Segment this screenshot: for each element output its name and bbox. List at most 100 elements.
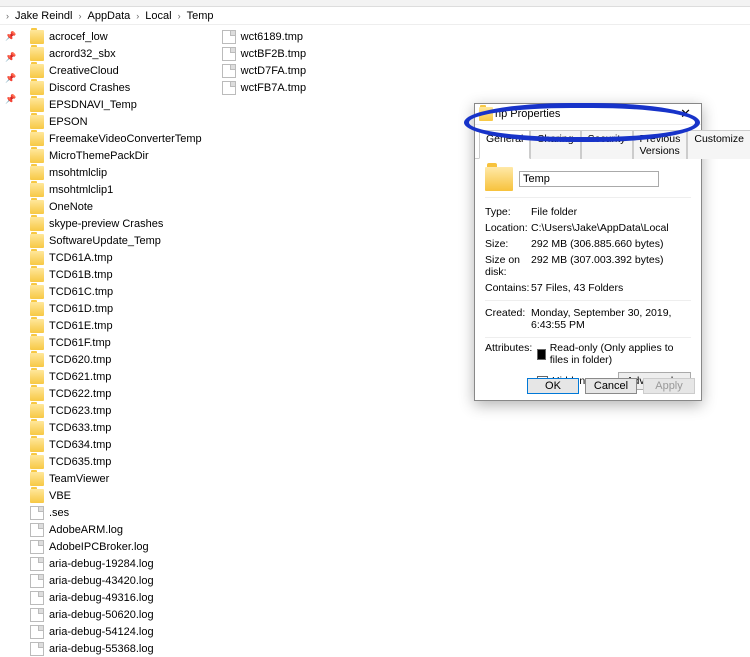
list-item[interactable]: EPSDNAVI_Temp [30,97,202,113]
file-name: AdobeIPCBroker.log [49,541,149,553]
list-item[interactable]: FreemakeVideoConverterTemp [30,131,202,147]
breadcrumb[interactable]: › Jake Reindl› AppData› Local› Temp [0,7,750,25]
file-icon [30,591,44,605]
list-item[interactable]: skype-preview Crashes [30,216,202,232]
list-item[interactable]: aria-debug-54124.log [30,624,202,640]
file-name: msohtmlclip [49,167,107,179]
tab-security[interactable]: Security [581,130,633,159]
folder-icon [30,472,44,486]
pin-icon: 📌 [5,31,16,42]
file-icon [30,557,44,571]
list-item[interactable]: TCD61E.tmp [30,318,202,334]
value: 57 Files, 43 Folders [531,282,691,294]
file-name: TCD61C.tmp [49,286,113,298]
file-name: EPSON [49,116,88,128]
list-item[interactable]: aria-debug-49316.log [30,590,202,606]
file-name: acrord32_sbx [49,48,116,60]
name-field[interactable] [519,171,659,187]
folder-icon [30,421,44,435]
chevron-right-icon: › [76,11,83,21]
folder-icon [30,336,44,350]
readonly-checkbox[interactable]: Read-only (Only applies to files in fold… [537,342,691,366]
label: Type: [485,206,531,218]
crumb[interactable]: Jake Reindl [15,10,72,22]
file-icon [30,523,44,537]
list-item[interactable]: Discord Crashes [30,80,202,96]
list-item[interactable]: TCD621.tmp [30,369,202,385]
tab-prev-versions[interactable]: Previous Versions [633,130,688,159]
label: Contains: [485,282,531,294]
list-item[interactable]: MicroThemePackDir [30,148,202,164]
list-item[interactable]: EPSON [30,114,202,130]
list-item[interactable]: .ses [30,505,202,521]
list-item[interactable]: wctBF2B.tmp [222,46,306,62]
file-name: skype-preview Crashes [49,218,163,230]
list-item[interactable]: OneNote [30,199,202,215]
list-item[interactable]: aria-debug-19284.log [30,556,202,572]
list-item[interactable]: wctFB7A.tmp [222,80,306,96]
list-item[interactable]: TCD61C.tmp [30,284,202,300]
file-icon [30,608,44,622]
crumb[interactable]: Local [145,10,171,22]
folder-icon [30,115,44,129]
file-name: SoftwareUpdate_Temp [49,235,161,247]
list-item[interactable]: TCD61A.tmp [30,250,202,266]
list-item[interactable]: TeamViewer [30,471,202,487]
list-item[interactable]: TCD61B.tmp [30,267,202,283]
close-button[interactable]: ✕ [674,106,697,122]
list-item[interactable]: SoftwareUpdate_Temp [30,233,202,249]
crumb[interactable]: AppData [87,10,130,22]
list-item[interactable]: TCD61D.tmp [30,301,202,317]
file-icon [222,81,236,95]
label: Size on disk: [485,254,531,278]
crumb[interactable]: Temp [187,10,214,22]
folder-icon [30,455,44,469]
ok-button[interactable]: OK [527,378,579,394]
folder-icon [30,302,44,316]
folder-icon [30,285,44,299]
list-item[interactable]: TCD622.tmp [30,386,202,402]
list-item[interactable]: wctD7FA.tmp [222,63,306,79]
pin-icon: 📌 [5,52,16,63]
folder-icon [479,107,493,121]
list-item[interactable]: msohtmlclip [30,165,202,181]
list-item[interactable]: acrord32_sbx [30,46,202,62]
list-item[interactable]: TCD620.tmp [30,352,202,368]
tab-general[interactable]: General [479,130,530,159]
apply-button[interactable]: Apply [643,378,695,394]
file-name: wct6189.tmp [241,31,303,43]
folder-icon [30,98,44,112]
file-icon [30,506,44,520]
list-item[interactable]: aria-debug-43420.log [30,573,202,589]
list-item[interactable]: aria-debug-50620.log [30,607,202,623]
cancel-button[interactable]: Cancel [585,378,637,394]
folder-icon [30,370,44,384]
folder-icon [30,132,44,146]
tab-sharing[interactable]: Sharing [530,130,580,159]
list-item[interactable]: acrocef_low [30,29,202,45]
list-item[interactable]: VBE [30,488,202,504]
list-item[interactable]: CreativeCloud [30,63,202,79]
list-item[interactable]: wct6189.tmp [222,29,306,45]
file-name: OneNote [49,201,93,213]
file-name: aria-debug-55368.log [49,643,154,655]
list-item[interactable]: TCD635.tmp [30,454,202,470]
file-icon [222,64,236,78]
value: File folder [531,206,691,218]
list-item[interactable]: TCD634.tmp [30,437,202,453]
list-item[interactable]: aria-debug-55368.log [30,641,202,657]
titlebar[interactable]: np Properties ✕ [475,104,701,125]
folder-icon [30,489,44,503]
label: Created: [485,307,531,331]
tab-customize[interactable]: Customize [687,130,750,159]
list-item[interactable]: TCD633.tmp [30,420,202,436]
list-item[interactable]: msohtmlclip1 [30,182,202,198]
list-item[interactable]: TCD61F.tmp [30,335,202,351]
file-name: aria-debug-49316.log [49,592,154,604]
list-item[interactable]: AdobeIPCBroker.log [30,539,202,555]
file-name: TCD61F.tmp [49,337,111,349]
list-item[interactable]: AdobeARM.log [30,522,202,538]
folder-icon [30,30,44,44]
value: Monday, September 30, 2019, 6:43:55 PM [531,307,691,331]
list-item[interactable]: TCD623.tmp [30,403,202,419]
